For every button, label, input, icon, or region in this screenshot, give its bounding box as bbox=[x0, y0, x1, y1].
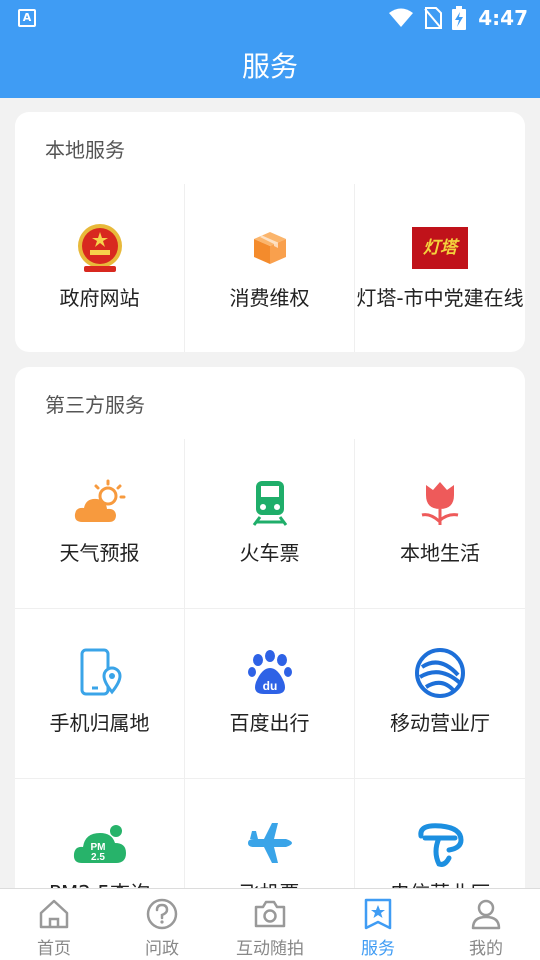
train-icon bbox=[242, 475, 298, 531]
tab-interactive-photo[interactable]: 互动随拍 bbox=[216, 889, 324, 960]
service-baidu-travel[interactable]: du 百度出行 bbox=[185, 609, 355, 779]
airplane-icon bbox=[242, 815, 298, 871]
tab-label: 我的 bbox=[469, 939, 503, 959]
service-phone-location[interactable]: 手机归属地 bbox=[15, 609, 185, 779]
status-icons: 4:47 bbox=[388, 4, 528, 32]
third-party-services-grid: 天气预报 火车票 本地生活 手机归属地 du 百度出行 移动营业厅 PM 2.5 bbox=[15, 439, 525, 907]
wifi-icon bbox=[389, 8, 414, 27]
weather-icon bbox=[72, 475, 128, 531]
pm25-icon: PM 2.5 bbox=[72, 815, 128, 871]
bottom-tab-bar: 首页 问政 互动随拍 服务 我的 bbox=[0, 888, 540, 960]
service-label: 移动营业厅 bbox=[390, 711, 490, 735]
third-party-services-card: 第三方服务 天气预报 火车票 本地生活 手机归属地 du 百度出行 移动营业厅 … bbox=[15, 367, 525, 907]
section-title: 第三方服务 bbox=[45, 393, 145, 417]
local-services-grid: 政府网站 消费维权 灯塔 灯塔-市中党建在线 bbox=[15, 184, 525, 352]
tab-inquiry[interactable]: 问政 bbox=[108, 889, 216, 960]
service-china-mobile[interactable]: 移动营业厅 bbox=[355, 609, 525, 779]
service-label: 政府网站 bbox=[59, 286, 140, 310]
tab-label: 问政 bbox=[145, 939, 179, 959]
status-time: 4:47 bbox=[478, 6, 528, 30]
service-label: 百度出行 bbox=[229, 711, 310, 735]
service-label: 灯塔-市中党建在线 bbox=[356, 286, 524, 310]
service-label: 消费维权 bbox=[229, 286, 310, 310]
local-services-card: 本地服务 政府网站 消费维权 灯塔 灯塔-市中党建在线 bbox=[15, 112, 525, 352]
lighthouse-logo-icon: 灯塔 bbox=[412, 220, 468, 276]
china-mobile-icon bbox=[412, 645, 468, 701]
no-sim-icon bbox=[424, 7, 443, 29]
svg-text:2.5: 2.5 bbox=[91, 852, 105, 863]
status-bar: A 4:47 bbox=[0, 0, 540, 36]
service-label: 天气预报 bbox=[59, 541, 140, 565]
phone-location-icon bbox=[72, 645, 128, 701]
tab-label: 首页 bbox=[37, 939, 71, 959]
tab-services[interactable]: 服务 bbox=[324, 889, 432, 960]
service-star-icon bbox=[364, 898, 392, 930]
camera-icon bbox=[254, 900, 286, 928]
service-lighthouse-party[interactable]: 灯塔 灯塔-市中党建在线 bbox=[355, 184, 525, 352]
app-notification-icon: A bbox=[18, 9, 36, 27]
service-train-tickets[interactable]: 火车票 bbox=[185, 439, 355, 609]
china-telecom-icon bbox=[412, 815, 468, 871]
service-label: 本地生活 bbox=[400, 541, 480, 565]
tab-label: 互动随拍 bbox=[236, 939, 304, 959]
tab-home[interactable]: 首页 bbox=[0, 889, 108, 960]
tulip-icon bbox=[412, 475, 468, 531]
service-label: 手机归属地 bbox=[49, 711, 150, 735]
question-icon bbox=[146, 898, 178, 930]
service-consumer-rights[interactable]: 消费维权 bbox=[185, 184, 355, 352]
home-icon bbox=[39, 899, 69, 929]
page-title: 服务 bbox=[0, 36, 540, 98]
section-title: 本地服务 bbox=[45, 138, 125, 162]
lighthouse-logo-text: 灯塔 bbox=[412, 227, 468, 269]
tab-label: 服务 bbox=[361, 939, 395, 959]
service-gov-website[interactable]: 政府网站 bbox=[15, 184, 185, 352]
battery-charging-icon bbox=[452, 6, 467, 30]
service-weather[interactable]: 天气预报 bbox=[15, 439, 185, 609]
emblem-icon bbox=[72, 220, 128, 276]
service-label: 火车票 bbox=[239, 541, 300, 565]
tab-mine[interactable]: 我的 bbox=[432, 889, 540, 960]
baidu-icon: du bbox=[242, 645, 298, 701]
package-icon bbox=[242, 220, 298, 276]
baidu-logo-text: du bbox=[262, 679, 277, 693]
service-local-life[interactable]: 本地生活 bbox=[355, 439, 525, 609]
user-icon bbox=[471, 899, 501, 930]
